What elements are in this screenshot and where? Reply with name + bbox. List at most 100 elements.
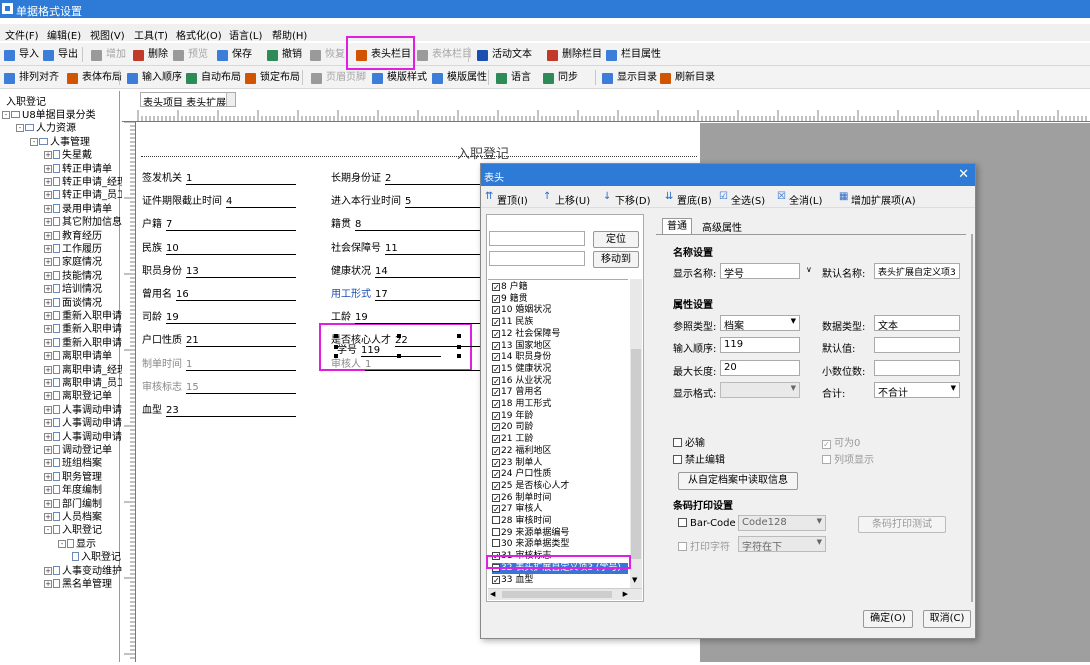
field-list-item[interactable]: ✓22 福利地区 bbox=[492, 446, 551, 457]
tree-node[interactable]: + 黑名单管理 bbox=[44, 578, 112, 591]
expand-icon[interactable]: + bbox=[44, 566, 52, 575]
form-field[interactable]: 是否核心人才 22 bbox=[331, 331, 485, 348]
input-order-input[interactable]: 119 bbox=[720, 337, 800, 353]
form-field[interactable]: 司龄 19 bbox=[142, 308, 296, 325]
form-field[interactable]: 户口性质 21 bbox=[142, 331, 296, 348]
checkbox-checked[interactable]: ✓ bbox=[492, 294, 500, 303]
form-field[interactable]: 工龄 19 bbox=[331, 308, 485, 325]
expand-icon[interactable]: + bbox=[44, 338, 52, 347]
tree-node[interactable]: + 工作履历 bbox=[44, 243, 102, 256]
form-field[interactable]: 审核人 1 bbox=[331, 355, 485, 371]
form-field[interactable]: 籍贯 8 bbox=[331, 215, 485, 232]
toolbar-button-redo[interactable]: 恢复 bbox=[309, 47, 345, 63]
dialog-toolbar-clear-all[interactable]: ☒ 全消(L) bbox=[777, 191, 822, 207]
checkbox-checked[interactable]: ✓ bbox=[492, 481, 500, 490]
checkbox-checked[interactable]: ✓ bbox=[492, 435, 500, 444]
tree-node[interactable]: - 入职登记 bbox=[44, 524, 102, 537]
expand-icon[interactable]: + bbox=[44, 499, 52, 508]
no-edit-checkbox[interactable]: 禁止编辑 bbox=[673, 451, 725, 466]
expand-icon[interactable]: + bbox=[44, 271, 52, 280]
tree-node[interactable]: + 家庭情况 bbox=[44, 256, 102, 269]
checkbox-checked[interactable]: ✓ bbox=[492, 306, 500, 315]
read-archive-button[interactable]: 从自定档案中读取信息 bbox=[678, 472, 798, 490]
expand-icon[interactable]: + bbox=[44, 379, 52, 387]
print-char-checkbox[interactable]: 打印字符 bbox=[678, 538, 730, 553]
expand-icon[interactable]: + bbox=[44, 312, 52, 320]
tree-node[interactable]: - U8单据目录分类 bbox=[2, 109, 96, 122]
tree-node[interactable]: + 年度编制 bbox=[44, 484, 102, 497]
form-field[interactable]: 社会保障号 11 bbox=[331, 239, 485, 255]
checkbox-checked[interactable]: ✓ bbox=[492, 318, 500, 327]
checkbox-checked[interactable]: ✓ bbox=[492, 364, 500, 373]
field-list-hscrollbar[interactable]: ◀ ▶ bbox=[488, 588, 642, 600]
toolbar-button-show-catalog[interactable]: 显示目录 bbox=[601, 70, 657, 86]
form-field[interactable]: 审核标志 15 bbox=[142, 378, 296, 394]
form-field[interactable]: 长期身份证 2 bbox=[331, 169, 485, 185]
locate-input[interactable] bbox=[489, 231, 585, 246]
tab-general[interactable]: 普通 bbox=[662, 218, 692, 234]
collapse-icon[interactable]: - bbox=[2, 111, 10, 119]
toolbar-button-sync[interactable]: 同步 bbox=[542, 70, 578, 86]
tree-node[interactable]: + 技能情况 bbox=[44, 270, 102, 283]
tree-node[interactable]: + 重新入职申请单 bbox=[44, 337, 132, 350]
list-show-checkbox[interactable]: 列项显示 bbox=[822, 451, 874, 466]
toolbar-button-delete[interactable]: 删除 bbox=[132, 47, 168, 63]
toolbar-button-refresh-catalog[interactable]: 刷新目录 bbox=[659, 70, 715, 86]
toolbar-button-template-style[interactable]: 模版样式 bbox=[371, 70, 427, 86]
display-format-select[interactable]: ▼ bbox=[720, 382, 800, 398]
toolbar-button-add[interactable]: 增加 bbox=[90, 47, 126, 63]
form-field[interactable]: 制单时间 1 bbox=[142, 355, 296, 371]
expand-icon[interactable]: + bbox=[44, 231, 52, 240]
expand-icon[interactable]: + bbox=[44, 151, 52, 160]
tree-node[interactable]: 入职登记 bbox=[72, 551, 121, 564]
cancel-button[interactable]: 取消(C) bbox=[923, 610, 971, 628]
field-list-item[interactable]: ✓8 户籍 bbox=[492, 282, 528, 293]
checkbox-unchecked[interactable] bbox=[492, 516, 500, 524]
tree-node[interactable]: + 离职登记单 bbox=[44, 390, 112, 403]
expand-icon[interactable]: + bbox=[44, 365, 52, 374]
field-list-item[interactable]: ✓13 国家地区 bbox=[492, 341, 551, 352]
field-list-item[interactable]: ✓9 籍贯 bbox=[492, 294, 528, 305]
checkbox-checked[interactable]: ✓ bbox=[492, 423, 500, 432]
display-name-dropdown-icon[interactable]: ∨ bbox=[806, 265, 812, 274]
tree-node[interactable]: + 失星戴 bbox=[44, 149, 92, 162]
expand-icon[interactable]: + bbox=[44, 405, 52, 414]
display-name-input[interactable]: 学号 bbox=[720, 263, 800, 280]
can-zero-checkbox[interactable]: ✓ 可为0 bbox=[822, 434, 860, 449]
toolbar-button-lock-layout[interactable]: 锁定布局 bbox=[244, 70, 300, 86]
expand-icon[interactable]: + bbox=[44, 513, 52, 521]
toolbar-button-active-text[interactable]: 活动文本 bbox=[476, 47, 532, 63]
field-list-item[interactable]: 28 审核时间 bbox=[492, 516, 551, 527]
dialog-toolbar-up[interactable]: ↑ 上移(U) bbox=[543, 191, 590, 207]
form-field[interactable]: 血型 23 bbox=[142, 401, 296, 417]
tree-node[interactable]: + 面谈情况 bbox=[44, 297, 102, 310]
tree-node[interactable]: + 转正申请单 bbox=[44, 163, 112, 176]
scroll-down-icon[interactable]: ▼ bbox=[632, 576, 637, 584]
tree-node[interactable]: - 人力资源 bbox=[16, 122, 76, 135]
field-list-item[interactable]: ✓19 年龄 bbox=[492, 411, 533, 422]
field-list-scrollbar[interactable]: ▼ bbox=[630, 279, 642, 589]
checkbox-checked[interactable]: ✓ bbox=[492, 376, 500, 385]
property-panel-scrollbar[interactable] bbox=[971, 234, 973, 602]
checkbox-unchecked[interactable] bbox=[492, 527, 500, 536]
scroll-left-icon[interactable]: ◀ bbox=[490, 590, 495, 598]
tree-node[interactable]: - 显示 bbox=[58, 538, 96, 551]
tree-node[interactable]: + 教育经历 bbox=[44, 230, 102, 243]
tree-node[interactable]: + 其它附加信息 bbox=[44, 216, 122, 229]
barcode-test-button[interactable]: 条码打印测试 bbox=[858, 516, 946, 533]
tree-node[interactable]: - 人事管理 bbox=[30, 136, 90, 149]
collapse-icon[interactable]: - bbox=[16, 124, 24, 133]
field-list-item[interactable]: ✓27 审核人 bbox=[492, 504, 542, 515]
checkbox-checked[interactable]: ✓ bbox=[492, 341, 500, 350]
expand-icon[interactable]: + bbox=[44, 178, 52, 186]
toolbar-button-save[interactable]: 保存 bbox=[216, 47, 252, 63]
field-list-item[interactable]: ✓24 户口性质 bbox=[492, 469, 551, 480]
decimals-input[interactable] bbox=[874, 360, 960, 376]
expand-icon[interactable]: + bbox=[44, 218, 52, 227]
expand-icon[interactable]: + bbox=[44, 164, 52, 173]
toolbar-button-preview[interactable]: 预览 bbox=[172, 47, 208, 63]
menu-item-2[interactable]: 视图(V) bbox=[90, 27, 125, 42]
menu-item-5[interactable]: 语言(L) bbox=[229, 27, 262, 42]
expand-icon[interactable]: + bbox=[44, 446, 52, 454]
field-list-item[interactable]: ✓12 社会保障号 bbox=[492, 329, 560, 340]
